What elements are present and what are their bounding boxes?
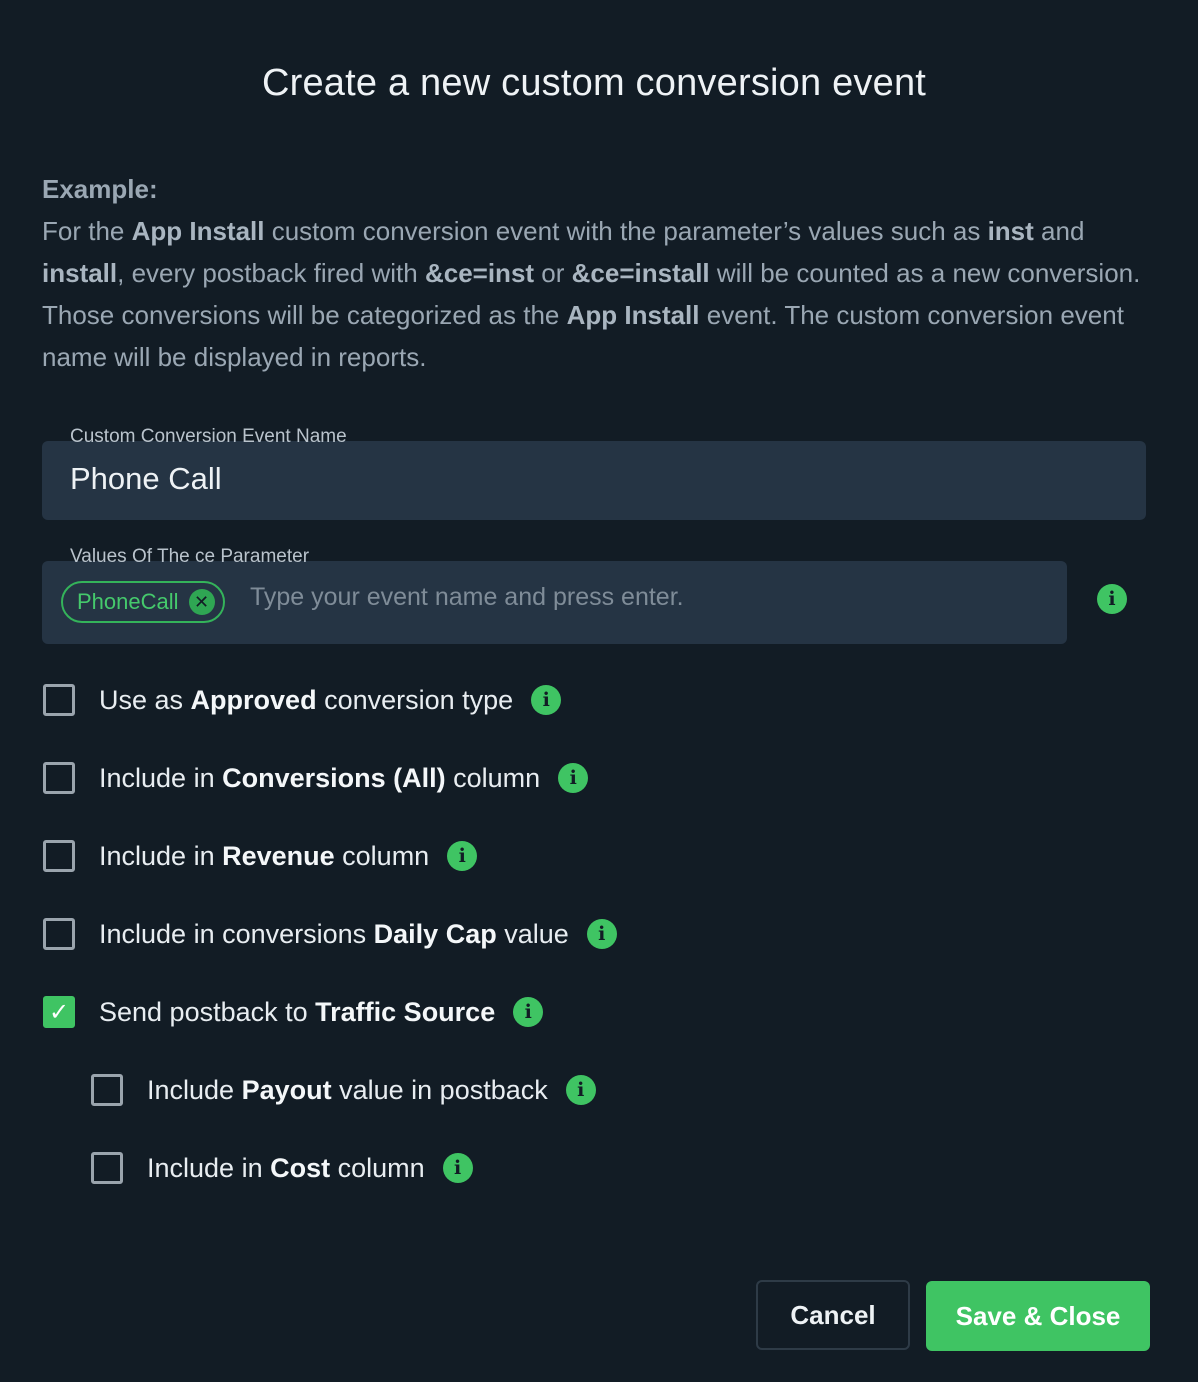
example-text: or [534,258,572,288]
info-icon[interactable]: i [531,685,562,715]
option-label: Use as Approved conversion type [99,684,514,715]
example-bold: inst [987,216,1034,246]
example-text: , every postback fired with [117,258,425,288]
save-and-close-button[interactable]: Save & Close [926,1281,1150,1351]
info-icon[interactable]: i [513,997,544,1027]
info-icon[interactable]: i [565,1075,596,1105]
option-send-postback[interactable]: ✓ Send postback to Traffic Source i [43,992,544,1032]
info-icon[interactable]: i [586,919,617,949]
example-heading: Example: [42,174,158,204]
example-bold: App Install [131,216,265,246]
option-label: Include in Revenue column [99,840,430,871]
payout-checkbox[interactable] [91,1074,123,1106]
cancel-button[interactable]: Cancel [756,1280,910,1350]
option-approved[interactable]: Use as Approved conversion type i [43,680,562,720]
option-payout[interactable]: Include Payout value in postback i [91,1070,596,1110]
ce-values-field[interactable]: PhoneCall ✕ [42,561,1067,644]
revenue-checkbox[interactable] [43,840,75,872]
cost-checkbox[interactable] [91,1152,123,1184]
custom-conversion-dialog: Create a new custom conversion event Exa… [0,0,1198,1382]
option-conversions-all[interactable]: Include in Conversions (All) column i [43,758,589,798]
info-icon[interactable]: i [558,763,589,793]
example-text: and [1033,216,1085,246]
daily-cap-checkbox[interactable] [43,918,75,950]
conversions-all-checkbox[interactable] [43,762,75,794]
option-label: Send postback to Traffic Source [99,996,496,1027]
ce-values-label: Values Of The ce Parameter [70,546,310,567]
event-name-value: Phone Call [70,461,222,496]
option-label: Include Payout value in postback [147,1074,548,1105]
option-label: Include in Conversions (All) column [99,762,541,793]
value-chip: PhoneCall ✕ [61,581,225,623]
example-bold: &ce=install [571,258,710,288]
example-description: Example: For the App Install custom conv… [42,168,1162,378]
option-label: Include in Cost column [147,1152,425,1183]
example-text: For the [42,216,132,246]
option-daily-cap[interactable]: Include in conversions Daily Cap value i [43,914,617,954]
event-name-label: Custom Conversion Event Name [70,426,347,447]
value-chip-label: PhoneCall [77,589,179,614]
event-name-field[interactable]: Phone Call [42,441,1146,520]
send-postback-checkbox[interactable]: ✓ [43,996,75,1028]
info-icon[interactable]: i [442,1153,473,1183]
approved-checkbox[interactable] [43,684,75,716]
option-revenue[interactable]: Include in Revenue column i [43,836,478,876]
info-icon[interactable]: i [447,841,478,871]
info-icon[interactable]: i [1097,584,1127,614]
option-label: Include in conversions Daily Cap value [99,918,569,949]
example-bold: install [42,258,118,288]
option-cost[interactable]: Include in Cost column i [91,1148,473,1188]
ce-values-input[interactable] [250,583,1030,612]
example-text: custom conversion event with the paramet… [264,216,988,246]
example-bold: &ce=inst [424,258,535,288]
remove-chip-icon[interactable]: ✕ [188,589,215,615]
checkmark-icon: ✓ [48,998,70,1026]
dialog-title: Create a new custom conversion event [261,62,927,104]
example-bold: App Install [566,300,700,330]
